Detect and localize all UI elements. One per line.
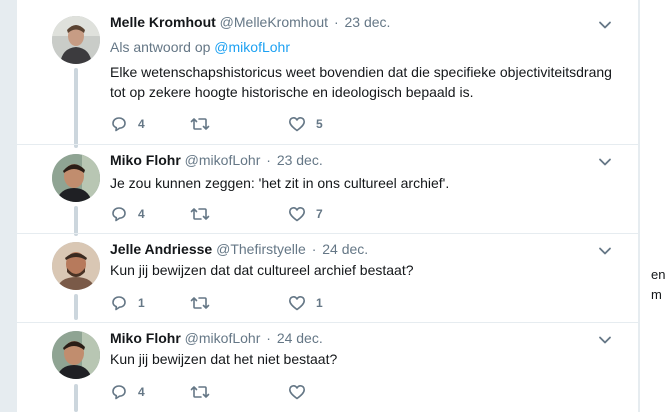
like-button[interactable]: 1 (288, 293, 323, 313)
reply-button[interactable]: 4 (110, 114, 145, 134)
reply-count: 1 (138, 296, 145, 310)
reply-count: 4 (138, 117, 145, 131)
retweet-button[interactable] (190, 293, 220, 313)
reply-icon (110, 115, 128, 133)
screen-name[interactable]: @mikofLohr (185, 330, 261, 346)
separator: · (266, 330, 271, 346)
reply-button[interactable]: 4 (110, 204, 145, 224)
fullname[interactable]: Melle Kromhout (110, 14, 216, 30)
like-count: 5 (316, 117, 323, 131)
tweet[interactable]: Miko Flohr @mikofLohr · 23 dec. Je zou k… (16, 145, 638, 233)
right-panel: en m (640, 0, 665, 412)
screen-name[interactable]: @mikofLohr (185, 152, 261, 168)
separator: · (266, 152, 271, 168)
retweet-icon (190, 294, 210, 312)
reply-context: Als antwoord op @mikofLohr (110, 37, 290, 57)
timestamp[interactable]: 23 dec. (345, 14, 391, 30)
tweet-text-line: Kun jij bewijzen dat het niet bestaat? (110, 351, 338, 367)
like-count: 1 (316, 296, 323, 310)
tweet-text-line: tot op zekere hoogte historische en ideo… (110, 84, 474, 100)
retweet-icon (190, 205, 210, 223)
tweet[interactable]: Jelle Andriesse @Thefirstyelle · 24 dec.… (16, 234, 638, 322)
avatar[interactable] (52, 242, 100, 290)
reply-icon (110, 205, 128, 223)
tweet-header: Miko Flohr @mikofLohr · 23 dec. (110, 150, 323, 170)
fullname[interactable]: Miko Flohr (110, 330, 181, 346)
tweet-text: Kun jij bewijzen dat dat cultureel archi… (110, 260, 620, 280)
reply-button[interactable]: 1 (110, 293, 145, 313)
like-icon (288, 383, 306, 401)
fullname[interactable]: Miko Flohr (110, 152, 181, 168)
like-button[interactable] (288, 382, 316, 402)
retweet-button[interactable] (190, 114, 220, 134)
reply-count: 4 (138, 385, 145, 399)
timestamp[interactable]: 24 dec. (322, 241, 368, 257)
chevron-down-icon[interactable] (596, 331, 614, 349)
like-icon (288, 205, 306, 223)
fullname[interactable]: Jelle Andriesse (110, 241, 212, 257)
avatar[interactable] (52, 16, 100, 64)
tweet-text-line: Elke wetenschapshistoricus weet bovendie… (110, 64, 612, 80)
tweet-header: Jelle Andriesse @Thefirstyelle · 24 dec. (110, 239, 368, 259)
tweet-header: Miko Flohr @mikofLohr · 24 dec. (110, 328, 323, 348)
reply-prefix: Als antwoord op (110, 39, 211, 55)
like-button[interactable]: 5 (288, 114, 323, 134)
chevron-down-icon[interactable] (596, 16, 614, 34)
chevron-down-icon[interactable] (596, 153, 614, 171)
screen-name[interactable]: @MelleKromhout (220, 14, 328, 30)
chevron-down-icon[interactable] (596, 242, 614, 260)
retweet-button[interactable] (190, 382, 220, 402)
reply-mention-link[interactable]: @mikofLohr (214, 39, 290, 55)
like-count: 7 (316, 207, 323, 221)
retweet-button[interactable] (190, 204, 220, 224)
tweet-text: Elke wetenschapshistoricus weet bovendie… (110, 62, 620, 102)
reply-button[interactable]: 4 (110, 382, 145, 402)
timestamp[interactable]: 23 dec. (277, 152, 323, 168)
timestamp[interactable]: 24 dec. (277, 330, 323, 346)
retweet-icon (190, 383, 210, 401)
reply-icon (110, 383, 128, 401)
tweet[interactable]: Melle Kromhout @MelleKromhout · 23 dec. … (16, 0, 638, 144)
right-panel-text: m (651, 287, 662, 302)
like-icon (288, 115, 306, 133)
tweet[interactable]: Miko Flohr @mikofLohr · 24 dec. Kun jij … (16, 323, 638, 412)
screen-name[interactable]: @Thefirstyelle (216, 241, 306, 257)
separator: · (333, 14, 339, 30)
avatar[interactable] (52, 331, 100, 379)
like-icon (288, 294, 306, 312)
separator: · (311, 241, 317, 257)
reply-icon (110, 294, 128, 312)
avatar[interactable] (52, 154, 100, 202)
tweet-text: Kun jij bewijzen dat het niet bestaat? (110, 349, 620, 369)
right-panel-text: en (651, 267, 665, 282)
like-button[interactable]: 7 (288, 204, 323, 224)
tweet-text-line: Je zou kunnen zeggen: 'het zit in ons cu… (110, 175, 450, 191)
tweet-header: Melle Kromhout @MelleKromhout · 23 dec. (110, 12, 390, 32)
retweet-icon (190, 115, 210, 133)
tweet-text-line: Kun jij bewijzen dat dat cultureel archi… (110, 262, 414, 278)
reply-count: 4 (138, 207, 145, 221)
tweet-text: Je zou kunnen zeggen: 'het zit in ons cu… (110, 173, 620, 193)
